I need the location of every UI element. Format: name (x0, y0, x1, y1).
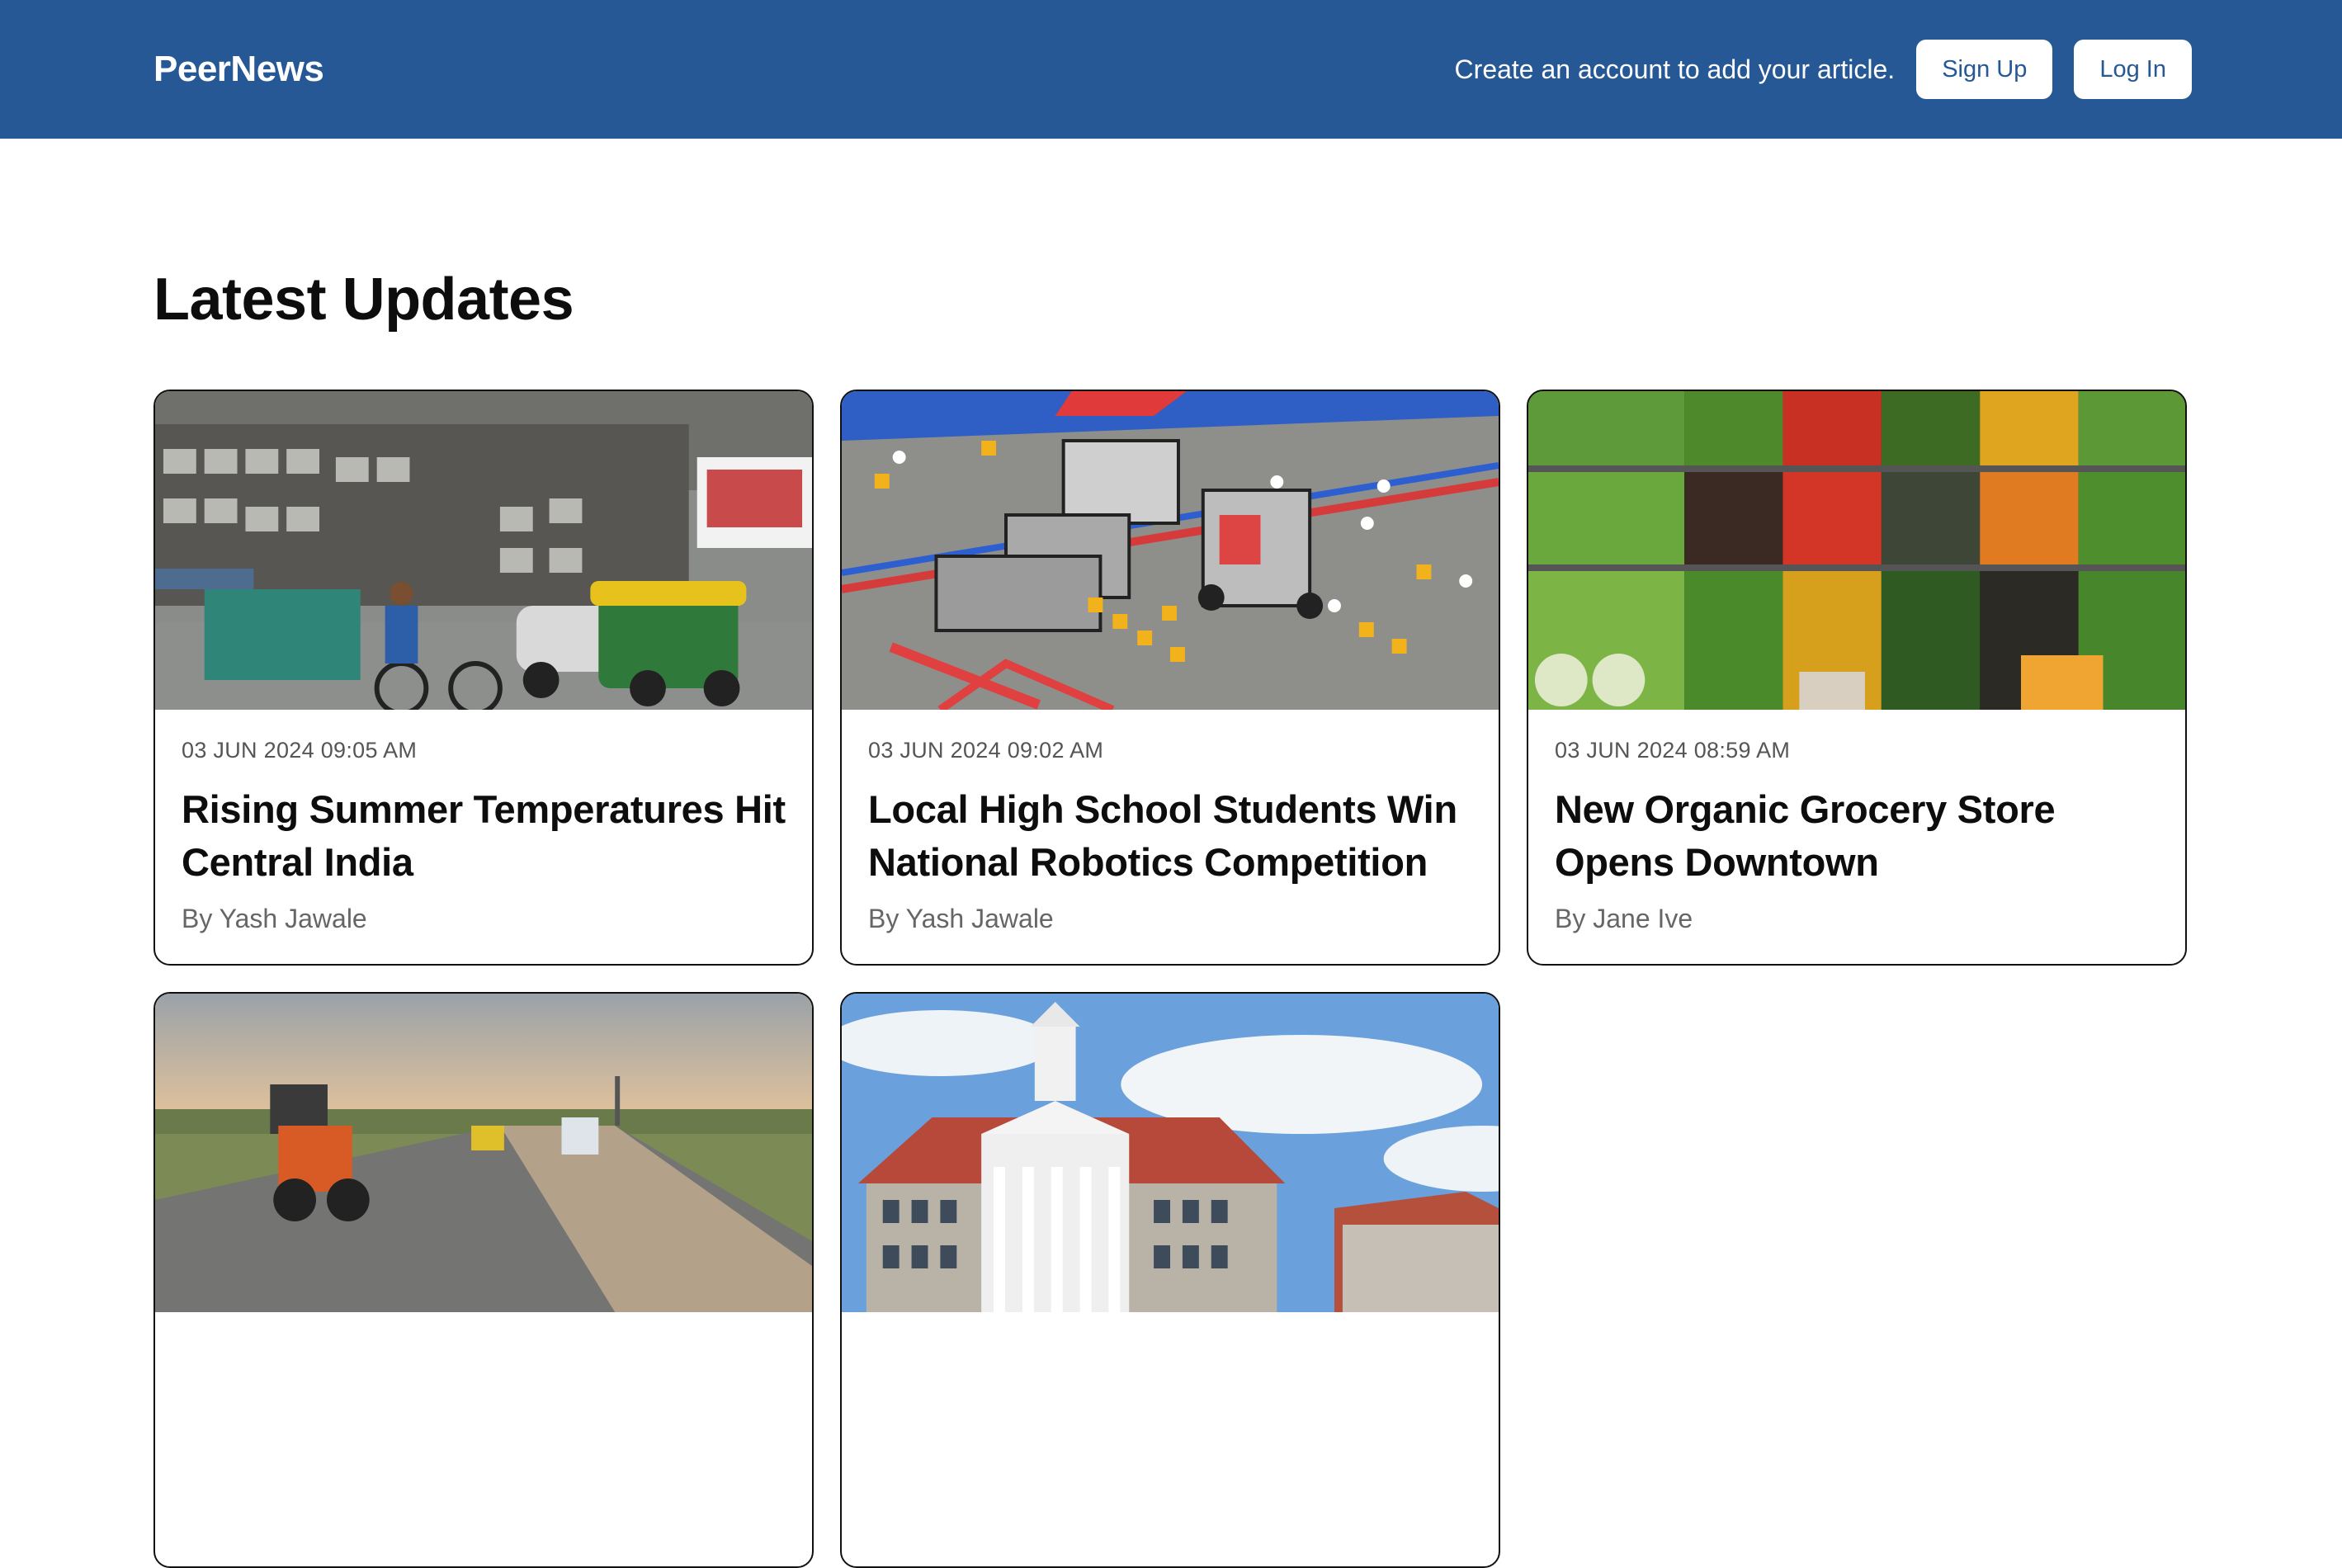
road-construction-photo (155, 994, 812, 1312)
login-button[interactable]: Log In (2074, 40, 2192, 99)
article-card[interactable]: 03 JUN 2024 08:59 AM New Organic Grocery… (1527, 390, 2187, 966)
article-title[interactable]: New Organic Grocery Store Opens Downtown (1555, 783, 2159, 889)
article-date: 03 JUN 2024 09:05 AM (182, 738, 418, 763)
top-navbar: PeerNews Create an account to add your a… (0, 0, 2342, 139)
vegetable-shelves-photo (1528, 391, 2185, 710)
college-building-photo (842, 994, 1499, 1312)
page-title: Latest Updates (153, 267, 574, 333)
article-title[interactable]: Rising Summer Temperatures Hit Central I… (182, 783, 786, 889)
article-grid: 03 JUN 2024 09:05 AM Rising Summer Tempe… (153, 390, 2187, 1568)
article-card[interactable] (840, 992, 1500, 1568)
signup-prompt: Create an account to add your article. (1454, 54, 1896, 84)
article-date: 03 JUN 2024 09:02 AM (868, 738, 1104, 763)
article-author: By Yash Jawale (868, 904, 1054, 933)
street-scene-photo (155, 391, 812, 710)
article-title[interactable]: Local High School Students Win National … (868, 783, 1472, 889)
robotics-arena-photo (842, 391, 1499, 710)
article-card[interactable]: 03 JUN 2024 09:05 AM Rising Summer Tempe… (153, 390, 814, 966)
header-actions: Create an account to add your article. S… (1455, 40, 2192, 99)
article-card[interactable] (153, 992, 814, 1568)
article-card[interactable]: 03 JUN 2024 09:02 AM Local High School S… (840, 390, 1500, 966)
brand-logo[interactable]: PeerNews (153, 49, 324, 90)
article-author: By Yash Jawale (182, 904, 367, 933)
article-author: By Jane Ive (1555, 904, 1693, 933)
signup-button[interactable]: Sign Up (1916, 40, 2053, 99)
article-date: 03 JUN 2024 08:59 AM (1555, 738, 1791, 763)
